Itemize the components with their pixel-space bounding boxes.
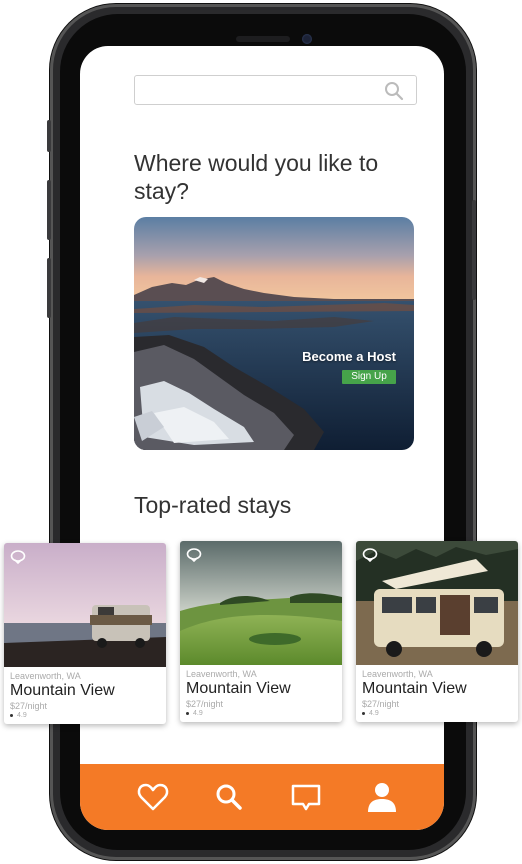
rating-dot-icon xyxy=(10,713,13,717)
stay-name: Mountain View xyxy=(10,682,115,699)
stay-name: Mountain View xyxy=(362,680,467,697)
message-icon[interactable] xyxy=(289,780,323,814)
stay-location: Leavenworth, WA xyxy=(362,669,433,679)
search-bar[interactable] xyxy=(134,75,417,106)
search-icon[interactable] xyxy=(212,780,246,814)
front-camera xyxy=(302,34,312,44)
sign-up-button[interactable]: Sign Up xyxy=(342,370,396,384)
rating-value: 4.9 xyxy=(193,710,203,717)
stay-image xyxy=(180,541,342,665)
side-button-volume-up xyxy=(47,180,51,240)
favorite-icon[interactable] xyxy=(362,548,378,567)
stay-location: Leavenworth, WA xyxy=(10,671,81,681)
page-headline: Where would you like to stay? xyxy=(134,150,379,204)
search-icon[interactable] xyxy=(384,81,404,106)
rating-value: 4.9 xyxy=(17,712,27,719)
rating-dot-icon xyxy=(362,711,365,715)
side-button-power xyxy=(472,200,476,300)
stay-rating: 4.9 xyxy=(10,712,166,724)
side-button-volume-down xyxy=(47,258,51,318)
stay-card[interactable]: Leavenworth, WA Mountain View $27/night … xyxy=(180,541,342,722)
rating-dot-icon xyxy=(186,711,189,715)
stay-price: $27/night xyxy=(186,699,224,709)
bottom-tab-bar xyxy=(80,764,444,830)
stay-image xyxy=(4,543,166,667)
stay-card[interactable]: Leavenworth, WA Mountain View $27/night … xyxy=(356,541,518,722)
user-icon[interactable] xyxy=(365,780,399,814)
search-input[interactable] xyxy=(143,76,387,106)
heart-icon[interactable] xyxy=(136,780,170,814)
stay-name: Mountain View xyxy=(186,680,291,697)
host-banner[interactable]: Become a Host Sign Up xyxy=(134,217,414,450)
stay-price: $27/night xyxy=(10,701,48,711)
stay-image xyxy=(356,541,518,665)
earpiece-speaker xyxy=(236,36,290,42)
stay-rating: 4.9 xyxy=(186,710,342,722)
rating-value: 4.9 xyxy=(369,710,379,717)
section-title: Top-rated stays xyxy=(134,492,292,518)
side-button-silent xyxy=(47,120,51,152)
stay-rating: 4.9 xyxy=(362,710,518,722)
favorite-icon[interactable] xyxy=(186,548,202,567)
favorite-icon[interactable] xyxy=(10,550,26,569)
stay-price: $27/night xyxy=(362,699,400,709)
landscape-image xyxy=(134,217,414,450)
stay-card[interactable]: Leavenworth, WA Mountain View $27/night … xyxy=(4,543,166,724)
become-host-title: Become a Host xyxy=(302,349,396,364)
stay-location: Leavenworth, WA xyxy=(186,669,257,679)
